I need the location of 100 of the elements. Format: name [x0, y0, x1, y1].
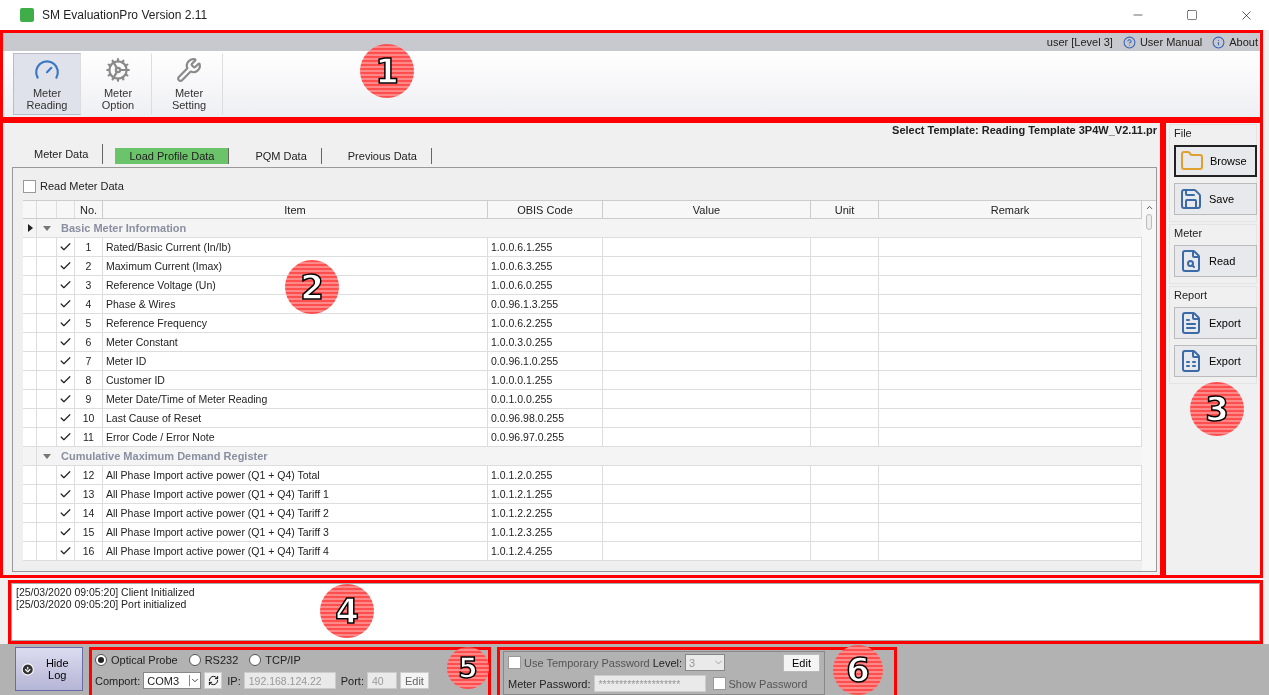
table-cell: 5 [75, 314, 103, 332]
arrow-down-icon [21, 661, 35, 677]
scrollbar[interactable] [1142, 201, 1156, 571]
table-cell: Maximum Current (Imax) [103, 257, 488, 275]
log-line: [25/03/2020 09:05:20] Client Initialized [16, 586, 196, 598]
field-label: IP: [227, 674, 241, 687]
checkbox[interactable] [712, 677, 726, 690]
ribbon-button[interactable]: Meter Option [84, 53, 152, 115]
side-button[interactable]: Browse [1174, 145, 1257, 177]
table-cell: 13 [75, 485, 103, 503]
column-header[interactable]: OBIS Code [488, 201, 603, 218]
table-cell: Error Code / Error Note [103, 428, 488, 446]
checkbox[interactable] [23, 179, 36, 193]
window-title: SM EvaluationPro Version 2.11 [42, 8, 209, 22]
ribbon-button[interactable]: Meter Reading [13, 53, 81, 115]
maximize-icon [1186, 9, 1198, 21]
side-button[interactable]: Save [1174, 183, 1257, 215]
column-header[interactable]: Item [103, 201, 488, 218]
table-cell: 1.0.0.0.1.255 [488, 371, 603, 389]
tab[interactable]: Load Profile Data [115, 148, 230, 164]
radio-label: Optical Probe [111, 653, 178, 666]
app-logo-icon [20, 8, 34, 22]
table-cell: 4 [75, 295, 103, 313]
table-cell: 3 [75, 276, 103, 294]
user-level-label: user [Level 3] [1046, 36, 1113, 48]
template-label: Select Template: Reading Template 3P4W_V2.11.pr [892, 124, 1157, 136]
checkbox[interactable] [508, 656, 521, 669]
comport-select[interactable]: COM3 [143, 672, 202, 689]
table-cell: Meter Date/Time of Meter Reading [103, 390, 488, 408]
refresh-button[interactable] [204, 672, 223, 689]
radio-button[interactable] [249, 653, 262, 666]
edit-button[interactable]: Edit [399, 672, 429, 689]
group-title: Basic Meter Information [61, 222, 187, 234]
header-link[interactable]: About [1212, 35, 1258, 49]
column-header[interactable]: Value [603, 201, 811, 218]
tab[interactable]: PQM Data [241, 148, 322, 164]
wrench-icon [176, 57, 202, 83]
table-cell: 9 [75, 390, 103, 408]
table-cell: All Phase Import active power (Q1 + Q4) Tariff 3 [103, 523, 488, 541]
table-cell: All Phase Import active power (Q1 + Q4) Tariff 2 [103, 504, 488, 522]
table-cell: 2 [75, 257, 103, 275]
table-cell: 15 [75, 523, 103, 541]
side-button[interactable]: Export [1174, 307, 1257, 339]
table-cell: 10 [75, 409, 103, 427]
field-label: Meter Password: [508, 677, 591, 690]
table-cell: 0.0.96.98.0.255 [488, 409, 603, 427]
field-label: Comport: [95, 674, 141, 687]
collapse-caret-icon[interactable] [43, 453, 51, 459]
radio-label: TCP/IP [265, 653, 301, 666]
log-line: [25/03/2020 09:05:20] Port initialized [16, 598, 188, 610]
field-label: Port: [340, 674, 364, 687]
table-cell: 1.0.1.2.0.255 [488, 466, 603, 484]
refresh-icon [207, 675, 219, 686]
side-button[interactable]: Export [1174, 345, 1257, 377]
field-label: Level: [652, 656, 683, 669]
group-title: Cumulative Maximum Demand Register [61, 450, 268, 462]
table-cell: 6 [75, 333, 103, 351]
scroll-thumb[interactable] [1146, 214, 1152, 230]
collapse-caret-icon[interactable] [43, 225, 51, 231]
table-cell: All Phase Import active power (Q1 + Q4) Total [103, 466, 488, 484]
table-cell: 1.0.0.6.0.255 [488, 276, 603, 294]
table-cell: 12 [75, 466, 103, 484]
group-label: Meter [1174, 227, 1204, 239]
table-cell: Customer ID [103, 371, 488, 389]
hide-log-button[interactable]: Hide Log [15, 647, 83, 691]
group-label: File [1174, 127, 1193, 139]
checkbox-label: Use Temporary Password [524, 656, 650, 669]
info-icon [1212, 35, 1226, 49]
annotation-marker: 5 [447, 647, 489, 689]
table-cell: 11 [75, 428, 103, 446]
table-cell: 1.0.1.2.1.255 [488, 485, 603, 503]
group-label: Report [1174, 289, 1209, 301]
table-cell: 14 [75, 504, 103, 522]
table-cell: 0.0.96.97.0.255 [488, 428, 603, 446]
gear-icon [105, 57, 131, 83]
column-header[interactable]: No. [75, 201, 103, 218]
table-cell: 1.0.0.6.2.255 [488, 314, 603, 332]
table-cell: Meter Constant [103, 333, 488, 351]
spreadsheet-icon [1179, 349, 1203, 373]
table-cell: 1.0.0.6.1.255 [488, 238, 603, 256]
ribbon-button[interactable]: Meter Setting [155, 53, 223, 115]
table-cell: 0.0.96.1.3.255 [488, 295, 603, 313]
document-search-icon [1179, 249, 1203, 273]
table-cell: 7 [75, 352, 103, 370]
column-header[interactable]: Unit [811, 201, 879, 218]
scroll-up-icon [1144, 203, 1154, 212]
radio-label: RS232 [204, 653, 239, 666]
tab[interactable]: Previous Data [333, 148, 432, 164]
help-icon [1122, 35, 1136, 49]
table-cell: 1 [75, 238, 103, 256]
table-cell: All Phase Import active power (Q1 + Q4) Tariff 4 [103, 542, 488, 560]
header-link[interactable]: User Manual [1122, 35, 1203, 49]
side-button[interactable]: Read [1174, 245, 1257, 277]
dropdown-icon [189, 675, 201, 686]
table-cell: All Phase Import active power (Q1 + Q4) Tariff 1 [103, 485, 488, 503]
edit-button[interactable]: Edit [783, 653, 820, 672]
table-cell: 1.0.0.3.0.255 [488, 333, 603, 351]
radio-button[interactable] [95, 653, 107, 666]
radio-button[interactable] [188, 653, 201, 666]
table-cell: 0.0.96.1.0.255 [488, 352, 603, 370]
